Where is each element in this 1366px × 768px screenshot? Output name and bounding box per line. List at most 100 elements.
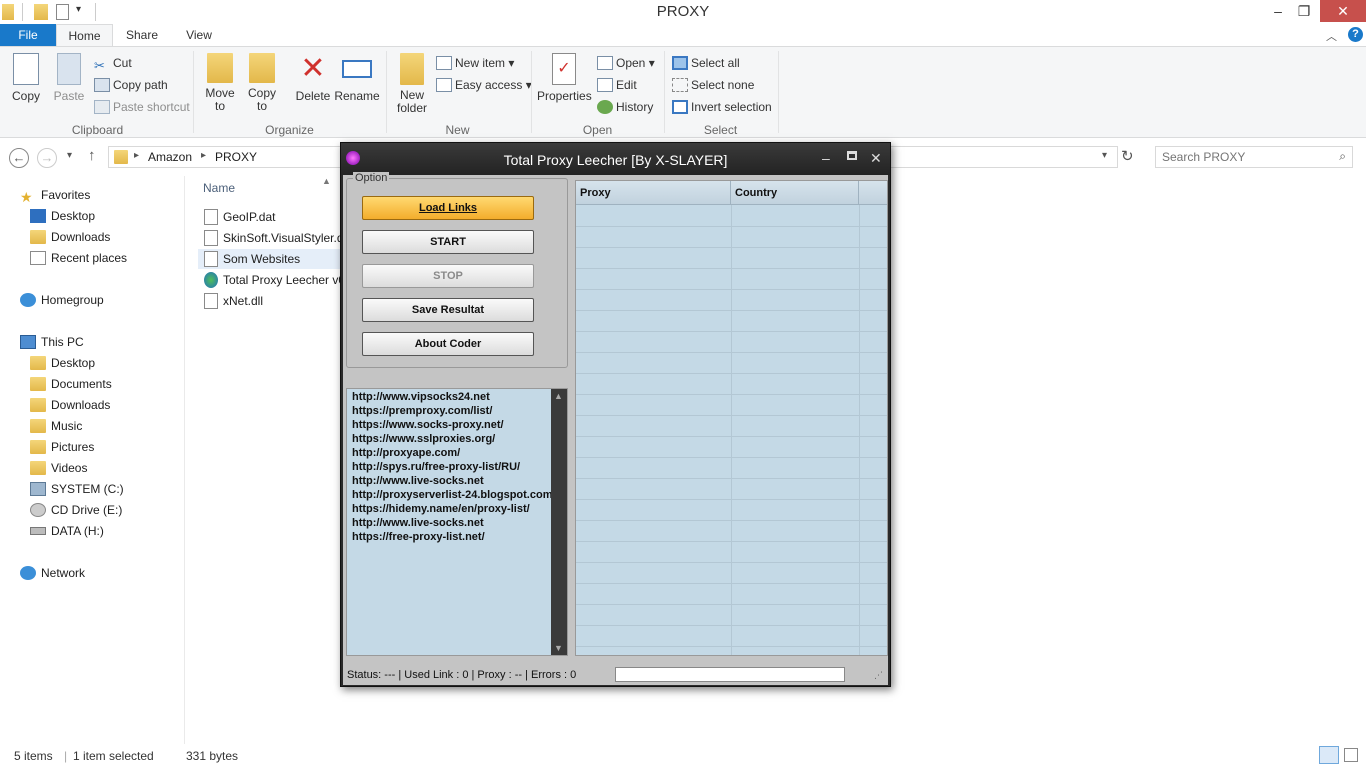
nav-network[interactable]: Network [20, 563, 85, 583]
edit-button[interactable]: Edit [597, 75, 637, 95]
select-all-button[interactable]: Select all [672, 53, 740, 73]
file-item[interactable]: SkinSoft.VisualStyler.dl [204, 228, 346, 248]
large-icons-view-icon[interactable] [1344, 748, 1358, 762]
ribbon: Copy Paste ✂ Cut Copy path Paste shortcut… [0, 46, 1366, 138]
details-view-icon[interactable] [1319, 746, 1339, 764]
delete-button[interactable]: ✕ Delete [292, 51, 334, 104]
save-results-button[interactable]: Save Resultat [362, 298, 534, 322]
copy-path-button[interactable]: Copy path [94, 75, 168, 95]
tab-share[interactable]: Share [118, 24, 166, 47]
file-item[interactable]: xNet.dll [204, 291, 263, 311]
tab-home[interactable]: Home [56, 24, 113, 47]
edit-icon [597, 78, 613, 92]
cut-button[interactable]: ✂ Cut [94, 53, 132, 73]
documents-folder-icon [30, 377, 46, 391]
links-list[interactable]: http://www.vipsocks24.net https://prempr… [346, 388, 568, 656]
about-coder-button[interactable]: About Coder [362, 332, 534, 356]
rename-button[interactable]: Rename [334, 51, 380, 103]
nav-pc-desktop[interactable]: Desktop [30, 353, 95, 373]
app-body: Option Load Links START STOP Save Result… [343, 172, 888, 665]
nav-documents[interactable]: Documents [30, 374, 112, 394]
history-button[interactable]: History [597, 97, 653, 117]
back-button[interactable]: ← [9, 148, 29, 168]
app-maximize-button[interactable] [847, 151, 857, 160]
resize-grip-icon[interactable]: ⋰ [874, 670, 883, 681]
link-item: http://www.live-socks.net [352, 517, 484, 529]
sort-ascending-icon: ▲ [322, 176, 331, 186]
load-links-button[interactable]: Load Links [362, 196, 534, 220]
proxy-grid[interactable]: Proxy Country [575, 180, 888, 656]
new-item-button[interactable]: New item ▾ [436, 53, 514, 73]
select-all-icon [672, 56, 688, 70]
scroll-down-icon[interactable]: ▼ [554, 643, 563, 653]
search-icon[interactable]: ⌕ [1339, 149, 1346, 164]
app-minimize-button[interactable]: – [822, 150, 830, 166]
link-item: https://free-proxy-list.net/ [352, 531, 485, 543]
column-header-empty [859, 181, 887, 205]
nav-pc-downloads[interactable]: Downloads [30, 395, 110, 415]
column-header-proxy[interactable]: Proxy [576, 181, 731, 205]
refresh-icon[interactable]: ↻ [1121, 147, 1134, 165]
collapse-ribbon-icon[interactable]: ︿ [1326, 28, 1337, 44]
file-item-selected[interactable]: Som Websites [198, 249, 348, 269]
tab-file[interactable]: File [0, 24, 56, 47]
search-input[interactable] [1162, 150, 1332, 164]
open-button[interactable]: Open ▾ [597, 53, 655, 73]
nav-recent-places[interactable]: Recent places [30, 248, 127, 268]
forward-button[interactable]: → [37, 148, 57, 168]
nav-favorites[interactable]: ★ Favorites [20, 185, 90, 205]
pictures-folder-icon [30, 440, 46, 454]
nav-desktop[interactable]: Desktop [30, 206, 95, 226]
recent-locations-icon[interactable]: ▾ [67, 150, 72, 161]
nav-music[interactable]: Music [30, 416, 82, 436]
status-bar: 5 items | 1 item selected 331 bytes [0, 744, 1366, 768]
tab-view[interactable]: View [178, 24, 220, 47]
nav-downloads[interactable]: Downloads [30, 227, 110, 247]
text-file-icon [204, 251, 218, 267]
address-dropdown-icon[interactable]: ▾ [1102, 150, 1107, 161]
properties-button[interactable]: ✓ Properties [537, 51, 592, 103]
up-button[interactable]: ↑ [88, 147, 96, 164]
scroll-up-icon[interactable]: ▲ [554, 391, 563, 401]
properties-icon: ✓ [552, 53, 576, 85]
nav-homegroup[interactable]: Homegroup [20, 290, 104, 310]
invert-selection-icon [672, 100, 688, 114]
easy-access-button[interactable]: Easy access ▾ [436, 75, 532, 95]
file-item[interactable]: Total Proxy Leecher v0 [204, 270, 345, 290]
app-close-button[interactable]: ✕ [870, 150, 882, 167]
title-bar: ▾ PROXY – ❐ ✕ [0, 0, 1366, 24]
nav-pictures[interactable]: Pictures [30, 437, 94, 457]
dll-file-icon [204, 293, 218, 309]
nav-data-drive[interactable]: DATA (H:) [30, 521, 104, 541]
stop-button[interactable]: STOP [362, 264, 534, 288]
history-icon [597, 100, 613, 114]
help-icon[interactable]: ? [1348, 27, 1363, 42]
breadcrumb-amazon[interactable]: Amazon [148, 150, 192, 164]
nav-cd-drive[interactable]: CD Drive (E:) [30, 500, 122, 520]
search-box[interactable]: ⌕ [1155, 146, 1353, 168]
move-to-button[interactable]: Move to [202, 51, 238, 113]
paste-button[interactable]: Paste [50, 51, 88, 103]
nav-system-drive[interactable]: SYSTEM (C:) [30, 479, 124, 499]
invert-selection-button[interactable]: Invert selection [672, 97, 772, 117]
restore-button[interactable]: ❐ [1289, 0, 1319, 22]
start-button[interactable]: START [362, 230, 534, 254]
scissors-icon: ✂ [94, 58, 105, 73]
nav-this-pc[interactable]: This PC [20, 332, 84, 352]
dll-file-icon [204, 230, 218, 246]
paste-shortcut-button[interactable]: Paste shortcut [94, 97, 190, 117]
nav-videos[interactable]: Videos [30, 458, 87, 478]
close-button[interactable]: ✕ [1320, 0, 1366, 22]
copy-button[interactable]: Copy [6, 51, 46, 103]
column-header-name[interactable]: Name [203, 181, 235, 195]
column-header-country[interactable]: Country [731, 181, 859, 205]
links-scrollbar[interactable]: ▲ ▼ [551, 389, 567, 655]
new-folder-button[interactable]: New folder [392, 51, 432, 115]
copy-to-button[interactable]: Copy to [244, 51, 280, 113]
cd-drive-icon [30, 503, 46, 517]
breadcrumb-proxy[interactable]: PROXY [215, 150, 257, 164]
select-none-button[interactable]: Select none [672, 75, 754, 95]
app-title-bar: Total Proxy Leecher [By X-SLAYER] – ✕ [341, 143, 890, 175]
file-item[interactable]: GeoIP.dat [204, 207, 276, 227]
open-icon [597, 56, 613, 70]
